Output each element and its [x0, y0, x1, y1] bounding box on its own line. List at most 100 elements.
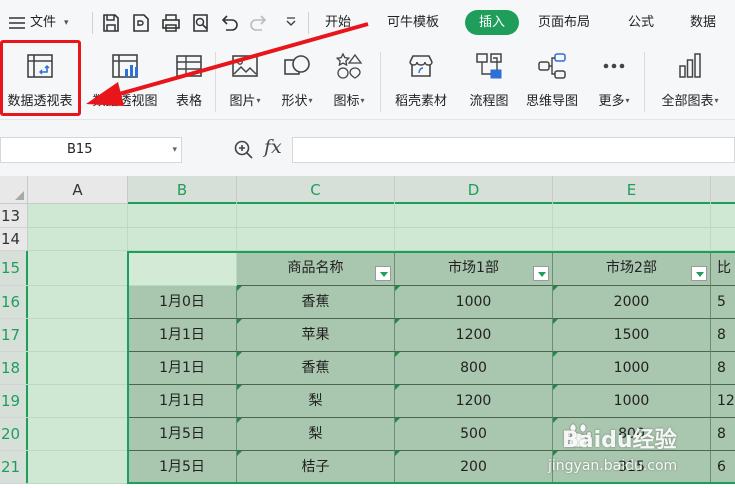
row-header-15[interactable]: 15 — [0, 251, 28, 286]
tab-formulas[interactable]: 公式 — [628, 12, 654, 34]
formula-input[interactable] — [292, 137, 735, 163]
cell[interactable] — [237, 204, 395, 228]
row-header-20[interactable]: 20 — [0, 418, 28, 451]
file-menu-caret-icon[interactable]: ▾ — [64, 12, 69, 34]
table-row-cell[interactable]: 500 — [395, 418, 553, 451]
column-header-d[interactable]: D — [395, 176, 553, 204]
tab-insert[interactable]: 插入 — [465, 10, 519, 35]
row-header-17[interactable]: 17 — [0, 319, 28, 352]
table-header-cell[interactable]: 比 — [711, 251, 735, 286]
hamburger-menu-icon[interactable] — [6, 12, 28, 34]
icon-library-button[interactable]: 图标▾ — [326, 50, 372, 116]
table-row-cell[interactable]: 6 — [711, 451, 735, 484]
all-charts-button[interactable]: 全部图表▾ — [652, 50, 728, 116]
column-header-c[interactable]: C — [237, 176, 395, 204]
table-row-cell[interactable]: 1000 — [553, 352, 711, 385]
table-row-cell[interactable]: 1月1日 — [128, 385, 237, 418]
column-header-e[interactable]: E — [553, 176, 711, 204]
cell[interactable] — [28, 418, 128, 451]
table-row-cell[interactable]: 200 — [395, 451, 553, 484]
cell[interactable] — [395, 204, 553, 228]
row-header-14[interactable]: 14 — [0, 228, 28, 251]
row-header-16[interactable]: 16 — [0, 286, 28, 319]
cell[interactable] — [128, 228, 237, 251]
table-row-cell[interactable]: 1200 — [395, 385, 553, 418]
table-row-cell[interactable]: 桔子 — [237, 451, 395, 484]
material-store-button[interactable]: 稻壳素材 — [386, 50, 456, 116]
column-header-a[interactable]: A — [28, 176, 128, 204]
table-button[interactable]: 表格 — [168, 50, 210, 116]
row-header-18[interactable]: 18 — [0, 352, 28, 385]
spreadsheet-grid[interactable]: A B C D E 13 14 15 商品名称 市场1部 市场2部 比 16 1… — [0, 176, 735, 488]
dropdown-more-icon[interactable] — [280, 12, 302, 34]
column-header-f[interactable] — [711, 176, 735, 204]
cell[interactable] — [553, 228, 711, 251]
table-row-cell[interactable]: 1月5日 — [128, 451, 237, 484]
row-header-21[interactable]: 21 — [0, 451, 28, 484]
shape-button[interactable]: 形状▾ — [274, 50, 320, 116]
select-all-corner[interactable] — [0, 176, 28, 204]
more-button[interactable]: 更多▾ — [588, 50, 640, 116]
column-header-b[interactable]: B — [128, 176, 237, 204]
cell[interactable] — [128, 204, 237, 228]
table-row-cell[interactable]: 苹果 — [237, 319, 395, 352]
name-box[interactable]: B15 ▾ — [0, 137, 182, 163]
cell[interactable] — [28, 352, 128, 385]
flowchart-button[interactable]: 流程图 — [462, 50, 516, 116]
cell[interactable] — [28, 286, 128, 319]
filter-dropdown-icon[interactable] — [533, 266, 549, 281]
mindmap-button[interactable]: 思维导图 — [520, 50, 584, 116]
undo-icon[interactable] — [218, 12, 240, 34]
table-row-cell[interactable]: 5 — [711, 286, 735, 319]
active-cell-b15[interactable] — [128, 251, 237, 286]
print-preview-icon[interactable] — [190, 12, 212, 34]
cell[interactable] — [237, 228, 395, 251]
table-row-cell[interactable]: 1200 — [395, 319, 553, 352]
table-row-cell[interactable]: 1000 — [395, 286, 553, 319]
pdf-export-icon[interactable] — [130, 12, 152, 34]
table-row-cell[interactable]: 800 — [395, 352, 553, 385]
filter-dropdown-icon[interactable] — [375, 266, 391, 281]
table-row-cell[interactable]: 香蕉 — [237, 286, 395, 319]
tab-page-layout[interactable]: 页面布局 — [538, 12, 590, 34]
table-row-cell[interactable]: 1月1日 — [128, 319, 237, 352]
save-icon[interactable] — [100, 12, 122, 34]
table-row-cell[interactable]: 1月5日 — [128, 418, 237, 451]
table-row-cell[interactable]: 梨 — [237, 418, 395, 451]
fx-insert-function-icon[interactable]: fx — [264, 136, 282, 158]
cell[interactable] — [28, 204, 128, 228]
cell[interactable] — [711, 228, 735, 251]
table-header-cell[interactable]: 商品名称 — [237, 251, 395, 286]
tab-templates[interactable]: 可牛模板 — [387, 12, 439, 34]
cell[interactable] — [711, 204, 735, 228]
row-header-13[interactable]: 13 — [0, 204, 28, 228]
cell[interactable] — [28, 228, 128, 251]
file-menu[interactable]: 文件 — [30, 12, 56, 34]
table-row-cell[interactable]: 8 — [711, 319, 735, 352]
table-row-cell[interactable]: 12 — [711, 385, 735, 418]
cell[interactable] — [28, 385, 128, 418]
zoom-search-icon[interactable] — [232, 138, 256, 162]
picture-button[interactable]: 图片▾ — [222, 50, 268, 116]
pivot-chart-button[interactable]: 数据透视图 — [85, 50, 165, 116]
table-row-cell[interactable]: 8 — [711, 418, 735, 451]
table-row-cell[interactable]: 315 — [553, 451, 711, 484]
table-row-cell[interactable]: 1500 — [553, 319, 711, 352]
cell[interactable] — [28, 251, 128, 286]
table-row-cell[interactable]: 香蕉 — [237, 352, 395, 385]
table-row-cell[interactable]: 2000 — [553, 286, 711, 319]
tab-data[interactable]: 数据 — [690, 12, 716, 34]
tab-home[interactable]: 开始 — [325, 12, 351, 34]
cell[interactable] — [553, 204, 711, 228]
table-header-cell[interactable]: 市场2部 — [553, 251, 711, 286]
table-row-cell[interactable]: 1月1日 — [128, 352, 237, 385]
cell[interactable] — [28, 451, 128, 484]
table-row-cell[interactable]: 1000 — [553, 385, 711, 418]
table-row-cell[interactable]: 800 — [553, 418, 711, 451]
filter-dropdown-icon[interactable] — [691, 266, 707, 281]
table-row-cell[interactable]: 1月0日 — [128, 286, 237, 319]
name-box-caret-icon[interactable]: ▾ — [172, 138, 177, 162]
table-header-cell[interactable]: 市场1部 — [395, 251, 553, 286]
cell[interactable] — [28, 319, 128, 352]
table-row-cell[interactable]: 梨 — [237, 385, 395, 418]
